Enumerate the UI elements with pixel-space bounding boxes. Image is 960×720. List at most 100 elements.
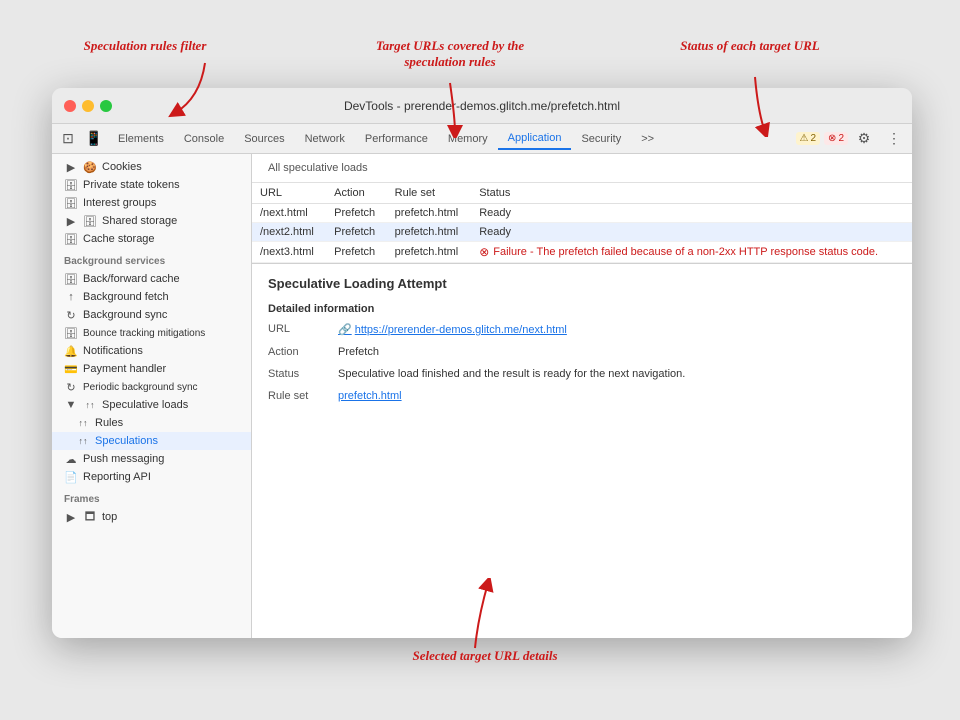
sidebar-label: Reporting API xyxy=(83,471,151,483)
col-status: Status xyxy=(471,183,912,204)
periodic-icon: ↻ xyxy=(64,380,78,394)
detail-title: Speculative Loading Attempt xyxy=(268,276,896,291)
traffic-lights xyxy=(64,100,112,112)
sidebar-item-push[interactable]: ☁ Push messaging xyxy=(52,450,251,468)
sidebar-label: Shared storage xyxy=(102,215,177,227)
tab-application[interactable]: Application xyxy=(498,128,572,150)
annotation-selected-details: Selected target URL details xyxy=(360,648,610,664)
sidebar-label: Background fetch xyxy=(83,291,169,303)
db-icon: 🗄 xyxy=(64,178,78,192)
warning-badge: ⚠ 2 xyxy=(796,132,821,145)
rules-icon: ↑↑ xyxy=(76,416,90,430)
sidebar-label: Cache storage xyxy=(83,233,155,245)
tab-security[interactable]: Security xyxy=(571,129,631,149)
cell-status: Ready xyxy=(471,204,912,223)
detail-panel: Speculative Loading Attempt Detailed inf… xyxy=(252,263,912,638)
table-row[interactable]: /next.html Prefetch prefetch.html Ready xyxy=(252,204,912,223)
cell-ruleset: prefetch.html xyxy=(387,204,472,223)
cell-url: /next.html xyxy=(252,204,326,223)
cell-action: Prefetch xyxy=(326,204,387,223)
frame-icon: 🗖 xyxy=(83,510,97,524)
detail-row-action: Action Prefetch xyxy=(268,346,896,358)
detail-value-status: Speculative load finished and the result… xyxy=(338,368,685,380)
cache-icon: 🗄 xyxy=(64,232,78,246)
sidebar: ▶ 🍪 Cookies 🗄 Private state tokens 🗄 Int… xyxy=(52,154,252,638)
frames-label: Frames xyxy=(52,486,251,508)
annotation-target-urls: Target URLs covered by the speculation r… xyxy=(350,38,550,70)
sidebar-item-bg-sync[interactable]: ↻ Background sync xyxy=(52,306,251,324)
push-icon: ☁ xyxy=(64,452,78,466)
sidebar-label: Speculations xyxy=(95,435,158,447)
maximize-button[interactable] xyxy=(100,100,112,112)
sidebar-item-cookies[interactable]: ▶ 🍪 Cookies xyxy=(52,158,251,176)
expand-icon: ▼ xyxy=(64,398,78,412)
sidebar-item-notifications[interactable]: 🔔 Notifications xyxy=(52,342,251,360)
detail-row-ruleset: Rule set prefetch.html xyxy=(268,390,896,402)
shared-storage-icon: 🗄 xyxy=(83,214,97,228)
col-ruleset: Rule set xyxy=(387,183,472,204)
devtools-body: ▶ 🍪 Cookies 🗄 Private state tokens 🗄 Int… xyxy=(52,154,912,638)
table-row[interactable]: /next3.html Prefetch prefetch.html ⊗ Fai… xyxy=(252,242,912,263)
tab-elements[interactable]: Elements xyxy=(108,129,174,149)
settings-icon[interactable]: ⚙ xyxy=(852,127,876,151)
sidebar-item-shared-storage[interactable]: ▶ 🗄 Shared storage xyxy=(52,212,251,230)
sidebar-label: top xyxy=(102,511,117,523)
sidebar-item-bg-fetch[interactable]: ↑ Background fetch xyxy=(52,288,251,306)
sidebar-item-periodic-sync[interactable]: ↻ Periodic background sync xyxy=(52,378,251,396)
annotation-speculation-filter: Speculation rules filter xyxy=(55,38,235,54)
sidebar-item-bounce[interactable]: 🗄 Bounce tracking mitigations xyxy=(52,324,251,342)
device-icon[interactable]: 📱 xyxy=(82,127,106,151)
sidebar-item-cache-storage[interactable]: 🗄 Cache storage xyxy=(52,230,251,248)
payment-icon: 💳 xyxy=(64,362,78,376)
link-icon: 🔗 xyxy=(338,324,352,336)
sidebar-label: Back/forward cache xyxy=(83,273,180,285)
tab-sources[interactable]: Sources xyxy=(234,129,294,149)
devtools-tabbar: ⊡ 📱 Elements Console Sources Network Per… xyxy=(52,124,912,154)
sidebar-label: Speculative loads xyxy=(102,399,188,411)
detail-key-ruleset: Rule set xyxy=(268,390,338,402)
table-row[interactable]: /next2.html Prefetch prefetch.html Ready xyxy=(252,223,912,242)
minimize-button[interactable] xyxy=(82,100,94,112)
close-button[interactable] xyxy=(64,100,76,112)
cell-status: Ready xyxy=(471,223,912,242)
window-title: DevTools - prerender-demos.glitch.me/pre… xyxy=(344,99,620,113)
cell-ruleset: prefetch.html xyxy=(387,242,472,263)
error-icon: ⊗ xyxy=(479,245,489,259)
devtools-right-icons: ⚠ 2 ⊗ 2 ⚙ ⋮ xyxy=(796,127,908,151)
tab-memory[interactable]: Memory xyxy=(438,129,498,149)
url-link[interactable]: 🔗https://prerender-demos.glitch.me/next.… xyxy=(338,324,567,336)
cell-url: /next3.html xyxy=(252,242,326,263)
sidebar-item-speculations[interactable]: ↑↑ Speculations xyxy=(52,432,251,450)
sidebar-item-private-state[interactable]: 🗄 Private state tokens xyxy=(52,176,251,194)
sidebar-label: Notifications xyxy=(83,345,143,357)
tab-performance[interactable]: Performance xyxy=(355,129,438,149)
sidebar-label: Interest groups xyxy=(83,197,156,209)
detail-key-url: URL xyxy=(268,323,338,335)
sidebar-item-interest-groups[interactable]: 🗄 Interest groups xyxy=(52,194,251,212)
cell-url: /next2.html xyxy=(252,223,326,242)
inspect-icon[interactable]: ⊡ xyxy=(56,127,80,151)
sidebar-item-rules[interactable]: ↑↑ Rules xyxy=(52,414,251,432)
sidebar-item-top-frame[interactable]: ▶ 🗖 top xyxy=(52,508,251,526)
fetch-icon: ↑ xyxy=(64,290,78,304)
sidebar-item-reporting[interactable]: 📄 Reporting API xyxy=(52,468,251,486)
tab-console[interactable]: Console xyxy=(174,129,234,149)
col-action: Action xyxy=(326,183,387,204)
cell-ruleset: prefetch.html xyxy=(387,223,472,242)
ruleset-link[interactable]: prefetch.html xyxy=(338,390,402,402)
cell-status: ⊗ Failure - The prefetch failed because … xyxy=(471,242,912,263)
sidebar-item-speculative[interactable]: ▼ ↑↑ Speculative loads xyxy=(52,396,251,414)
speculative-loads-table: URL Action Rule set Status /next.html Pr… xyxy=(252,183,912,263)
sidebar-label: Rules xyxy=(95,417,123,429)
detail-value-ruleset: prefetch.html xyxy=(338,390,402,402)
more-icon[interactable]: ⋮ xyxy=(882,127,906,151)
sidebar-label: Background sync xyxy=(83,309,167,321)
sidebar-label: Cookies xyxy=(102,161,142,173)
sidebar-item-payment[interactable]: 💳 Payment handler xyxy=(52,360,251,378)
sidebar-item-bfcache[interactable]: 🗄 Back/forward cache xyxy=(52,270,251,288)
db-icon2: 🗄 xyxy=(64,196,78,210)
cookies-icon: 🍪 xyxy=(83,160,97,174)
tab-more[interactable]: >> xyxy=(631,129,664,149)
tab-network[interactable]: Network xyxy=(295,129,355,149)
cell-action: Prefetch xyxy=(326,242,387,263)
